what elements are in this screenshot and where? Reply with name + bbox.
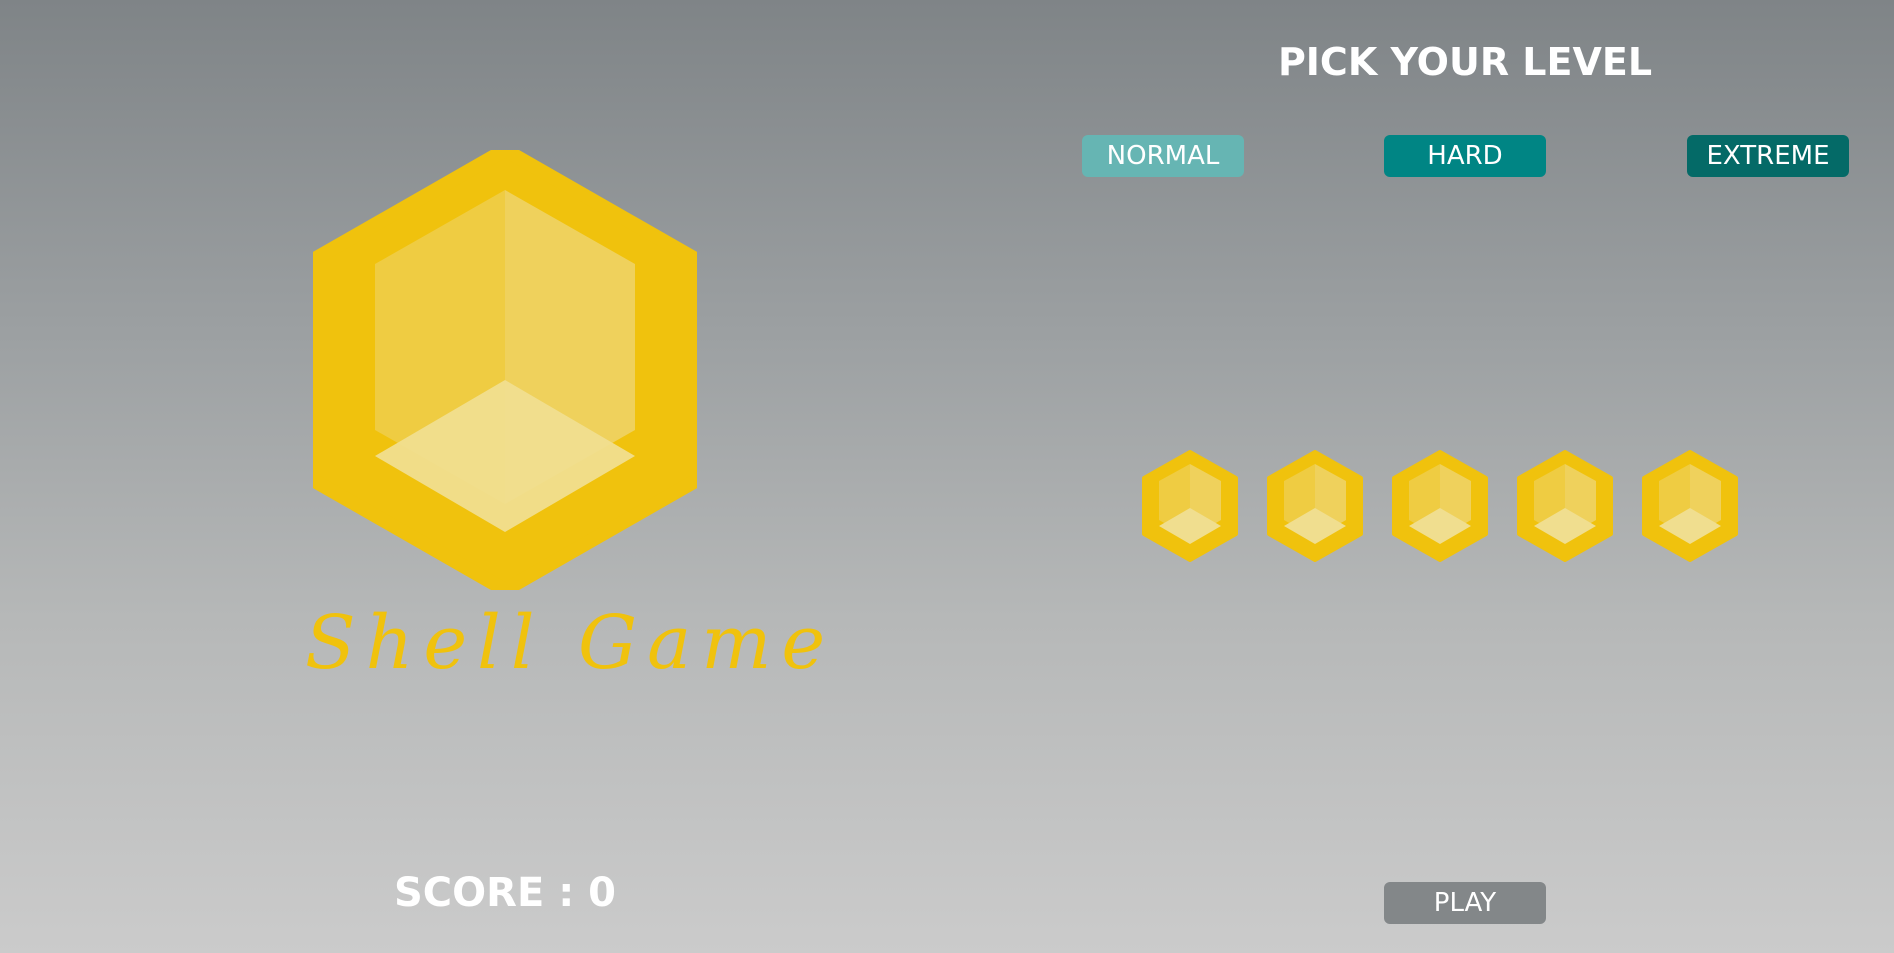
hexagon-shell-icon	[1267, 450, 1363, 562]
shell-2[interactable]	[1265, 450, 1365, 562]
hexagon-shell-icon	[1517, 450, 1613, 562]
level-extreme-button[interactable]: EXTREME	[1687, 135, 1849, 177]
pick-level-heading: PICK YOUR LEVEL	[1277, 40, 1653, 84]
shells-row	[1140, 450, 1740, 565]
shell-3[interactable]	[1390, 450, 1490, 562]
level-normal-button[interactable]: NORMAL	[1082, 135, 1244, 177]
hexagon-shell-icon	[1642, 450, 1738, 562]
hexagon-shell-icon	[1142, 450, 1238, 562]
hexagon-shell-icon	[1392, 450, 1488, 562]
shell-1[interactable]	[1140, 450, 1240, 562]
game-title: Shell Game	[305, 600, 836, 686]
level-hard-button[interactable]: HARD	[1384, 135, 1546, 177]
shell-5[interactable]	[1640, 450, 1740, 562]
play-button[interactable]: PLAY	[1384, 882, 1546, 924]
shell-4[interactable]	[1515, 450, 1615, 562]
score-display: SCORE : 0	[394, 870, 616, 916]
game-logo-hexagon-icon	[313, 150, 697, 590]
